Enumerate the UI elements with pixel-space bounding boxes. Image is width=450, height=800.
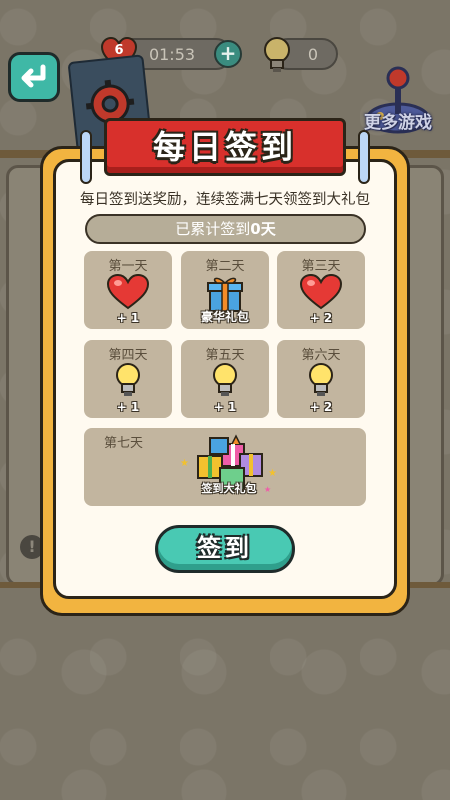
day-label: 第二天 (205, 259, 245, 274)
day-reward: 签到大礼包 (201, 482, 257, 495)
scroll-rod-left (80, 130, 92, 184)
heart-icon (106, 273, 150, 310)
day-label: 第六天 (301, 348, 341, 363)
day-reward: + 1 (213, 400, 237, 414)
more-games-label[interactable]: 更多游戏 (352, 108, 444, 133)
day-tile-1[interactable]: 第一天 + 1 (84, 251, 172, 329)
day-reward: 豪华礼包 (200, 310, 249, 324)
scroll-rod-right (358, 130, 370, 184)
lightbulb-icon (264, 37, 290, 72)
lightbulb-icon (116, 363, 140, 396)
heart-icon (299, 273, 343, 310)
day-tile-2[interactable]: 第二天 豪华礼包 (181, 251, 269, 329)
day-label: 第四天 (108, 348, 148, 363)
progress-prefix: 已累计签到 (175, 220, 251, 238)
gift-icon (207, 277, 243, 312)
day-label: 第一天 (108, 259, 148, 274)
day-reward: + 1 (116, 311, 140, 325)
day-tile-3[interactable]: 第三天 + 2 (277, 251, 365, 329)
day-reward: + 2 (309, 400, 333, 414)
modal-subtitle: 每日签到送奖励，连续签满七天领签到大礼包 (80, 192, 370, 208)
signin-progress: 已累计签到0天 (85, 214, 366, 244)
back-button[interactable] (8, 52, 60, 102)
signin-button[interactable]: 签到 (155, 525, 295, 573)
day-label: 第三天 (301, 259, 341, 274)
modal-title: 每日签到 (152, 128, 297, 166)
day-label: 第七天 (104, 436, 144, 451)
svg-text:★: ★ (268, 468, 277, 479)
day-tile-7[interactable]: 第七天 ★ ★ ★ 签到大礼包 (84, 428, 366, 506)
day-label: 第五天 (205, 348, 245, 363)
lightbulb-icon (309, 363, 333, 396)
return-arrow-icon (21, 64, 46, 88)
day-tile-6[interactable]: 第六天 + 2 (277, 340, 365, 418)
day-reward: + 2 (309, 311, 333, 325)
svg-text:★: ★ (180, 458, 189, 469)
timer-text: 01:53 (148, 44, 196, 64)
day-reward: + 1 (116, 400, 140, 414)
lightbulb-icon (213, 363, 237, 396)
day-tile-5[interactable]: 第五天 + 1 (181, 340, 269, 418)
hints-count: 0 (307, 44, 319, 64)
add-lives-button[interactable]: + (214, 40, 242, 68)
day-tile-4[interactable]: 第四天 + 1 (84, 340, 172, 418)
progress-count: 0天 (250, 220, 276, 238)
